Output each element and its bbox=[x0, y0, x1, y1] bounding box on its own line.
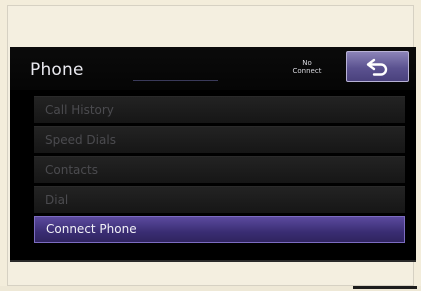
menu-item-label: Dial bbox=[45, 193, 69, 207]
menu-item-label: Speed Dials bbox=[45, 133, 116, 147]
connection-status-line1: No bbox=[302, 59, 312, 67]
title-divider bbox=[133, 80, 218, 81]
menu-item-label: Call History bbox=[45, 103, 114, 117]
title-bar: Phone No Connect bbox=[10, 47, 416, 90]
menu-item-dial[interactable]: Dial bbox=[34, 186, 405, 213]
menu-item-connect-phone[interactable]: Connect Phone bbox=[34, 216, 405, 243]
menu-item-contacts[interactable]: Contacts bbox=[34, 156, 405, 183]
menu-item-label: Contacts bbox=[45, 163, 98, 177]
phone-screen: Phone No Connect Call History Speed Dial… bbox=[10, 47, 416, 260]
menu-item-speed-dials[interactable]: Speed Dials bbox=[34, 126, 405, 153]
screen-bottom-edge bbox=[10, 260, 416, 262]
connection-status: No Connect bbox=[287, 59, 327, 75]
return-arrow-icon bbox=[366, 58, 387, 76]
connection-status-line2: Connect bbox=[292, 67, 322, 75]
reference-mark bbox=[353, 286, 417, 289]
menu-item-label: Connect Phone bbox=[46, 222, 137, 236]
menu-item-call-history[interactable]: Call History bbox=[34, 96, 405, 123]
back-button[interactable] bbox=[346, 51, 409, 82]
page-title: Phone bbox=[30, 60, 84, 80]
phone-menu-list: Call History Speed Dials Contacts Dial C… bbox=[34, 96, 405, 246]
